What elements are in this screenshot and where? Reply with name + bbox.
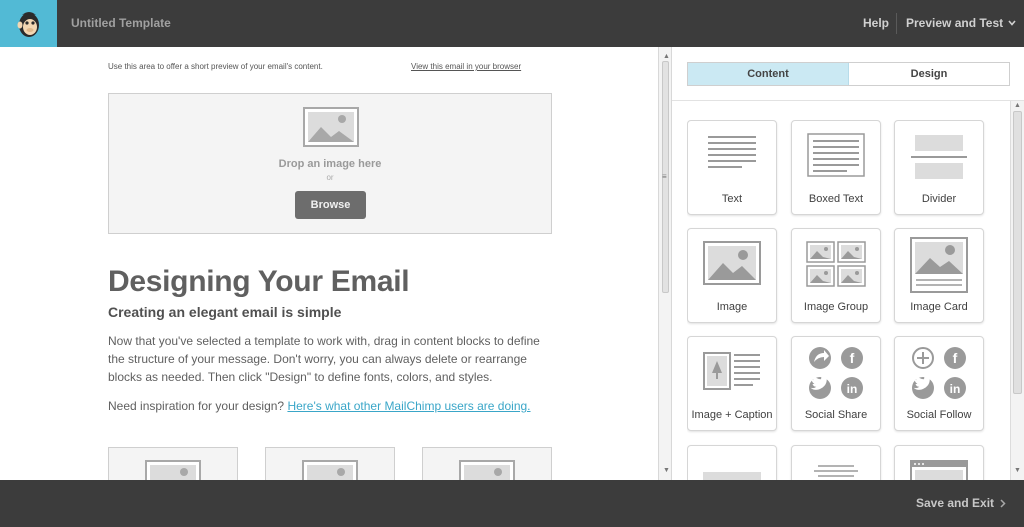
block-label: Social Share xyxy=(804,409,868,421)
chevron-right-icon xyxy=(1000,498,1006,508)
text-block-icon xyxy=(708,136,756,168)
block-label: Divider xyxy=(921,193,957,205)
footer-block-icon xyxy=(814,465,858,477)
content-blocks-grid: Text Boxed Text Divider Image Image Grou… xyxy=(687,120,987,480)
preview-and-test-menu[interactable]: Preview and Test xyxy=(906,16,1016,30)
content-panel: Content Design Text Boxed Text Divider I… xyxy=(672,47,1024,480)
save-and-exit-label: Save and Exit xyxy=(916,496,995,510)
image-group-slot[interactable] xyxy=(422,447,552,480)
header-separator xyxy=(896,13,897,34)
block-text[interactable]: Text xyxy=(687,120,777,215)
template-title[interactable]: Untitled Template xyxy=(71,16,171,30)
image-card-icon xyxy=(910,237,968,293)
block-label: Text xyxy=(721,193,743,205)
block-image-caption[interactable]: Image + Caption xyxy=(687,336,777,431)
pane-splitter[interactable]: ▲ ≡ ▼ xyxy=(658,47,672,480)
boxed-text-icon xyxy=(807,133,865,177)
panel-tabs: Content Design xyxy=(687,62,1010,86)
tab-design[interactable]: Design xyxy=(849,63,1009,85)
inspiration-paragraph[interactable]: Need inspiration for your design? Here's… xyxy=(108,399,548,413)
scroll-up-icon[interactable]: ▲ xyxy=(663,53,670,60)
svg-text:in: in xyxy=(847,382,858,396)
scroll-up-icon[interactable]: ▲ xyxy=(1014,102,1021,109)
block-label: Social Follow xyxy=(906,409,972,421)
image-placeholder-icon xyxy=(459,460,515,480)
block-boxed-text[interactable]: Boxed Text xyxy=(791,120,881,215)
social-follow-icon: f in xyxy=(912,347,966,399)
scroll-down-icon[interactable]: ▼ xyxy=(1014,467,1021,474)
email-body-text[interactable]: Now that you've selected a template to w… xyxy=(108,332,548,386)
block-partial[interactable] xyxy=(894,445,984,480)
panel-scrollbar[interactable]: ▲ ▼ xyxy=(1010,101,1024,480)
block-image-card[interactable]: Image Card xyxy=(894,228,984,323)
help-link[interactable]: Help xyxy=(863,16,889,30)
block-image-group[interactable]: Image Group xyxy=(791,228,881,323)
inspiration-link[interactable]: Here's what other MailChimp users are do… xyxy=(287,399,530,413)
tab-content[interactable]: Content xyxy=(688,63,849,85)
svg-text:f: f xyxy=(953,350,958,366)
button-block-icon xyxy=(703,472,761,480)
block-label: Boxed Text xyxy=(808,193,864,205)
email-editor-canvas: Use this area to offer a short preview o… xyxy=(0,47,658,480)
bottom-bar: Save and Exit xyxy=(0,480,1024,527)
dropzone-title: Drop an image here xyxy=(278,158,382,170)
top-bar: Untitled Template Help Preview and Test xyxy=(0,0,1024,47)
image-caption-icon xyxy=(703,352,760,390)
image-group-slot[interactable] xyxy=(265,447,395,480)
block-divider[interactable]: Divider xyxy=(894,120,984,215)
drag-grip-icon[interactable]: ≡ xyxy=(662,173,667,181)
email-heading[interactable]: Designing Your Email xyxy=(108,265,410,299)
block-social-share[interactable]: f in Social Share xyxy=(791,336,881,431)
block-partial[interactable] xyxy=(687,445,777,480)
image-placeholder-icon xyxy=(303,107,359,147)
block-partial[interactable] xyxy=(791,445,881,480)
image-group-slot[interactable] xyxy=(108,447,238,480)
block-label: Image xyxy=(716,301,748,313)
image-placeholder-icon xyxy=(302,460,358,480)
image-placeholder-icon xyxy=(145,460,201,480)
view-in-browser-link[interactable]: View this email in your browser xyxy=(411,62,521,71)
block-label: Image Card xyxy=(910,301,968,313)
block-image[interactable]: Image xyxy=(687,228,777,323)
svg-text:in: in xyxy=(950,382,961,396)
panel-divider xyxy=(672,100,1024,101)
image-dropzone[interactable]: Drop an image here or Browse xyxy=(108,93,552,234)
dropzone-or: or xyxy=(326,173,334,182)
social-share-icon: f in xyxy=(809,347,863,399)
image-icon xyxy=(703,241,761,285)
video-block-icon xyxy=(910,460,968,480)
image-group-icon xyxy=(806,241,866,287)
block-label: Image + Caption xyxy=(691,409,773,421)
divider-icon xyxy=(911,135,967,179)
block-label: Image Group xyxy=(803,301,869,313)
save-and-exit-button[interactable]: Save and Exit xyxy=(916,496,1006,510)
chevron-down-icon xyxy=(1008,20,1016,26)
chimp-logo-icon xyxy=(17,11,39,37)
panel-scrollbar-thumb[interactable] xyxy=(1013,111,1022,394)
preheader-text[interactable]: Use this area to offer a short preview o… xyxy=(108,62,323,71)
mailchimp-logo[interactable] xyxy=(0,0,57,47)
email-subheading[interactable]: Creating an elegant email is simple xyxy=(108,304,341,320)
preview-and-test-label: Preview and Test xyxy=(906,16,1004,30)
browse-button[interactable]: Browse xyxy=(295,191,366,219)
svg-text:f: f xyxy=(850,350,855,366)
inspiration-prefix: Need inspiration for your design? xyxy=(108,399,288,413)
scroll-down-icon[interactable]: ▼ xyxy=(663,467,670,474)
block-social-follow[interactable]: f in Social Follow xyxy=(894,336,984,431)
